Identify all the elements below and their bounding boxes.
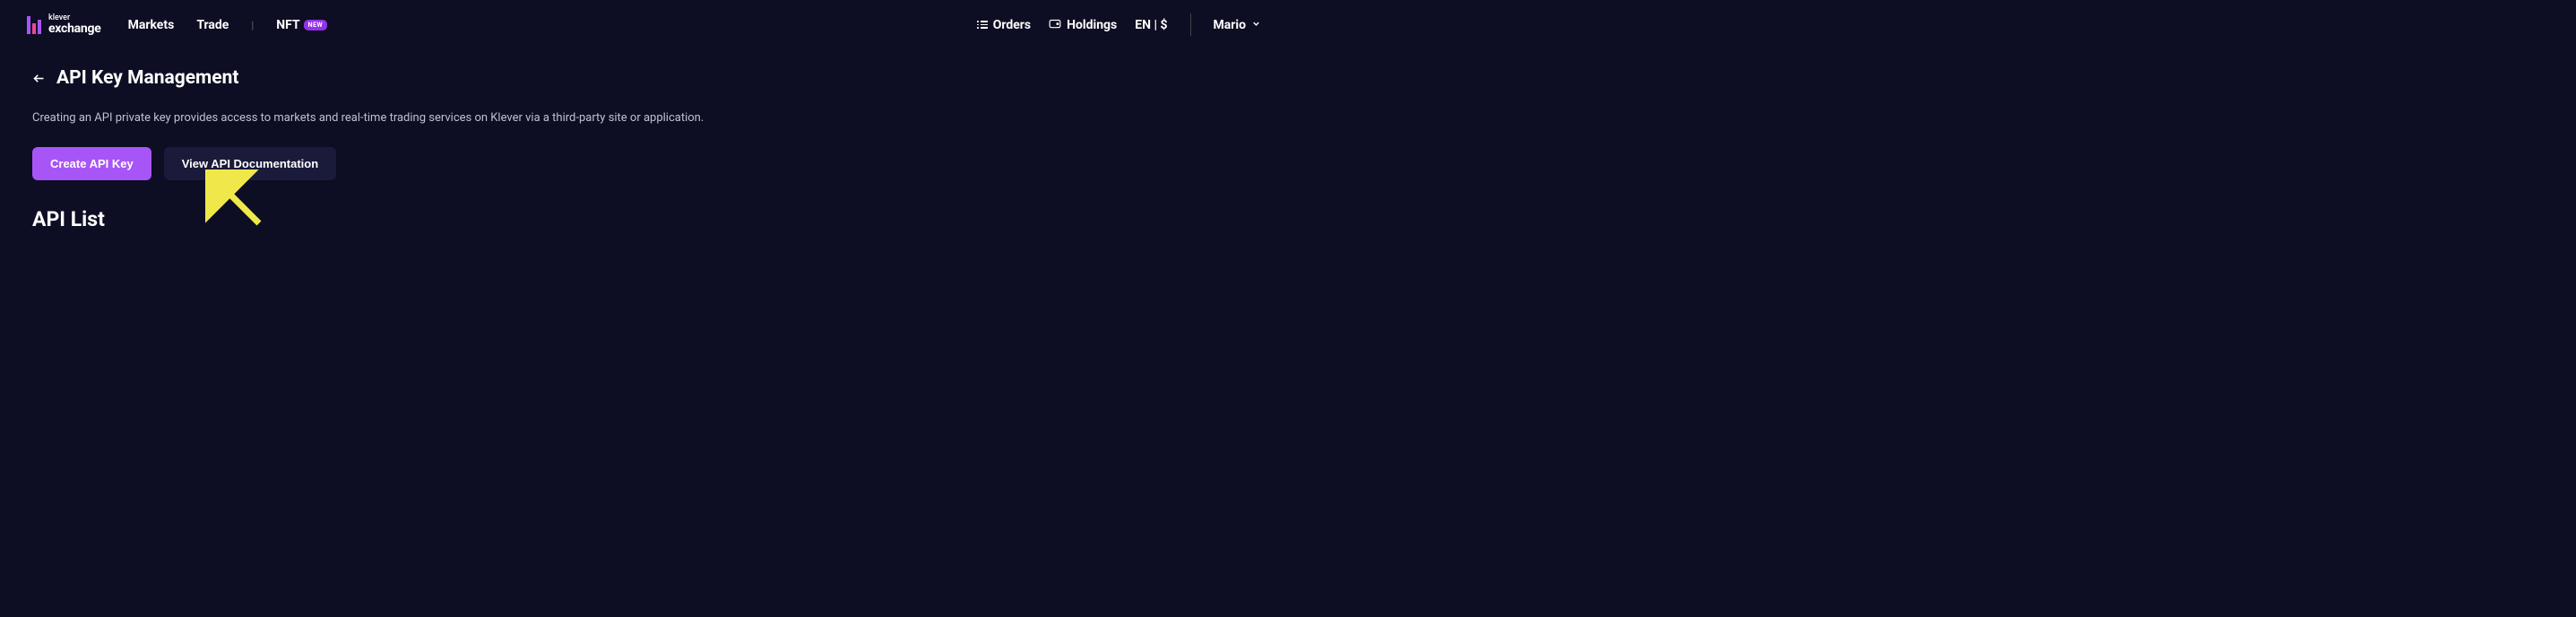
logo-text: klever exchange [48, 14, 101, 35]
page-title: API Key Management [56, 67, 238, 89]
nav-nft-label: NFT [276, 18, 299, 32]
page-header: API Key Management [32, 67, 1256, 89]
wallet-icon [1049, 17, 1061, 33]
header: klever exchange Markets Trade | NFT NEW [0, 0, 1288, 49]
orders-link[interactable]: Orders [977, 18, 1031, 32]
logo-text-bottom: exchange [48, 22, 101, 35]
header-left: klever exchange Markets Trade | NFT NEW [27, 14, 327, 35]
nav-nft[interactable]: NFT NEW [276, 18, 327, 32]
header-right: Orders Holdings EN | $ Mario [977, 13, 1261, 36]
locale-selector[interactable]: EN | $ [1135, 18, 1167, 32]
content: API Key Management Creating an API priva… [0, 49, 1288, 249]
logo[interactable]: klever exchange [27, 14, 101, 35]
holdings-link[interactable]: Holdings [1049, 17, 1117, 33]
vertical-divider [1190, 13, 1191, 36]
logo-icon [27, 16, 41, 34]
orders-label: Orders [993, 18, 1031, 32]
nav: Markets Trade | NFT NEW [128, 18, 328, 32]
nav-markets[interactable]: Markets [128, 18, 175, 32]
button-row: Create API Key View API Documentation [32, 147, 1256, 180]
new-badge: NEW [304, 20, 328, 30]
back-arrow-icon[interactable] [32, 72, 46, 85]
holdings-label: Holdings [1067, 18, 1117, 32]
locale-label: EN | $ [1135, 18, 1167, 32]
annotation-arrow-icon [205, 169, 277, 243]
user-menu[interactable]: Mario [1214, 18, 1261, 32]
nav-trade[interactable]: Trade [196, 18, 229, 32]
chevron-down-icon [1251, 18, 1261, 32]
page-description: Creating an API private key provides acc… [32, 111, 1256, 125]
list-icon [977, 21, 988, 29]
nav-divider: | [251, 19, 254, 31]
username-label: Mario [1214, 18, 1246, 32]
create-api-key-button[interactable]: Create API Key [32, 147, 151, 180]
